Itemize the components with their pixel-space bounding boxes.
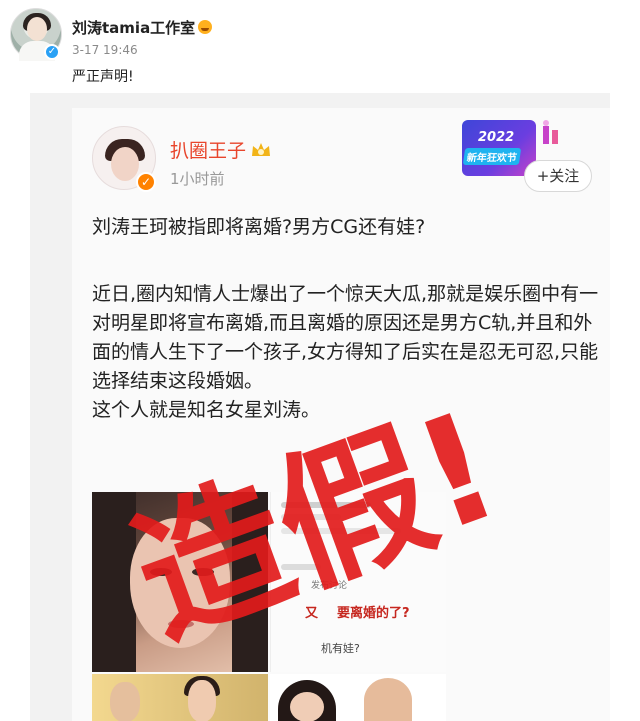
screenshot-subtext: 机有娃?: [321, 642, 360, 655]
repost-body: 近日,圈内知情人士爆出了一个惊天大瓜,那就是娱乐圈中有一对明星即将宣布离婚,而且…: [92, 280, 604, 425]
avatar-logo-icon: 我: [92, 126, 99, 139]
post-time[interactable]: 3-17 19:46: [72, 43, 138, 57]
photo-actress-portrait[interactable]: [92, 492, 268, 672]
repost-time[interactable]: 1小时前: [170, 168, 225, 189]
badge-year: 2022: [478, 130, 515, 145]
reposted-card[interactable]: 我 ✓ 扒圈王子 1小时前 2022 新年狂欢节 +关注 刘涛王珂被指即将离婚?…: [72, 108, 610, 721]
photo-faces[interactable]: [270, 674, 446, 721]
orange-verified-icon: ✓: [136, 172, 156, 192]
author-name-text[interactable]: 刘涛tamia工作室: [72, 19, 195, 37]
author-name[interactable]: 刘涛tamia工作室: [72, 17, 213, 38]
repost-author-name-text[interactable]: 扒圈王子: [170, 140, 246, 162]
repost-author-name[interactable]: 扒圈王子: [170, 136, 272, 163]
gift-icon: [540, 118, 562, 148]
repost-headline: 刘涛王珂被指即将离婚?男方CG还有娃?: [92, 216, 426, 238]
photo-screenshot[interactable]: 发布讨论 又 要离婚的了? 机有娃?: [270, 492, 446, 672]
photo-grid: 发布讨论 又 要离婚的了? 机有娃?: [92, 492, 610, 721]
screenshot-caption: 发布讨论: [311, 581, 348, 591]
photo-couple[interactable]: [92, 674, 268, 721]
post-header: ✓ 刘涛tamia工作室 3-17 19:46 严正声明!: [0, 0, 640, 95]
smile-emoji-icon: [198, 20, 213, 34]
post-text: 严正声明!: [72, 69, 134, 85]
body-paragraph: 这个人就是知名女星刘涛。: [92, 399, 321, 421]
repost-container: 我 ✓ 扒圈王子 1小时前 2022 新年狂欢节 +关注 刘涛王珂被指即将离婚?…: [30, 93, 610, 721]
follow-button[interactable]: +关注: [524, 160, 592, 192]
crown-icon: [250, 141, 272, 159]
badge-text: 新年狂欢节: [462, 148, 522, 165]
screenshot-red-text-a: 又: [305, 606, 319, 621]
verified-badge-icon: ✓: [44, 44, 60, 60]
screenshot-red-text-b: 要离婚的了?: [337, 606, 410, 621]
body-paragraph: 近日,圈内知情人士爆出了一个惊天大瓜,那就是娱乐圈中有一对明星即将宣布离婚,而且…: [92, 283, 599, 392]
